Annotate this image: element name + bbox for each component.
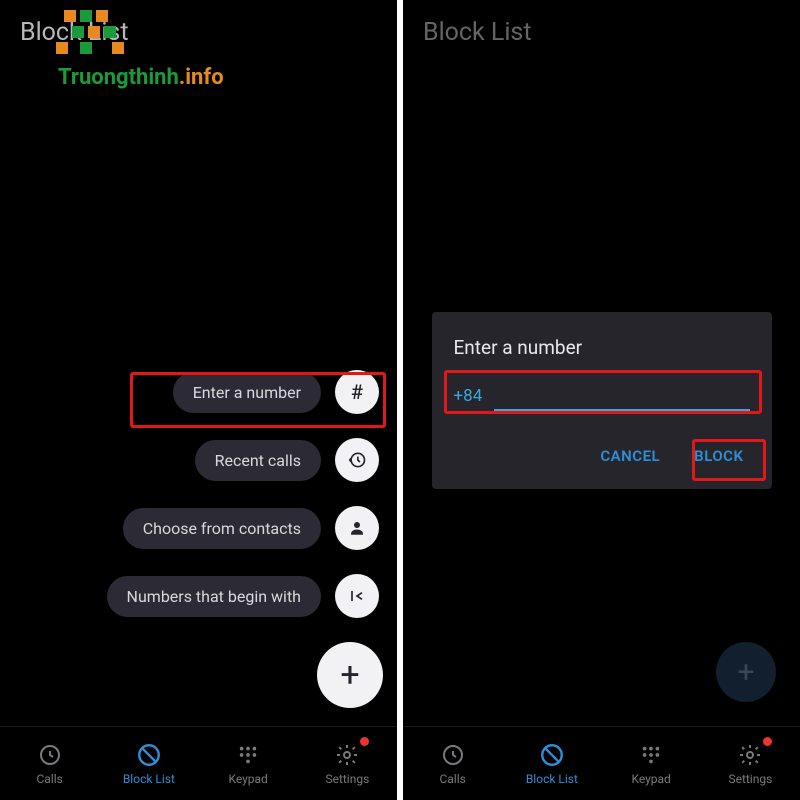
clock-icon (37, 742, 63, 768)
option-label: Recent calls (195, 440, 321, 481)
option-begin-with[interactable]: Numbers that begin with (107, 574, 379, 618)
person-icon (335, 506, 379, 550)
enter-number-dialog: Enter a number +84 CANCEL BLOCK (432, 312, 772, 489)
nav-calls[interactable]: Calls (0, 727, 99, 800)
cancel-button[interactable]: CANCEL (594, 437, 666, 475)
notification-badge (763, 737, 772, 746)
block-icon (136, 742, 162, 768)
option-label: Numbers that begin with (107, 576, 321, 617)
notification-badge (360, 737, 369, 746)
nav-label: Calls (36, 772, 62, 786)
keypad-icon (235, 742, 261, 768)
nav-settings[interactable]: Settings (298, 727, 397, 800)
nav-label: Calls (439, 772, 465, 786)
gear-icon (737, 742, 763, 768)
dialog-backdrop[interactable]: Enter a number +84 CANCEL BLOCK (403, 0, 800, 800)
phone-right: Block List + Enter a number +84 CANCEL B… (403, 0, 800, 800)
option-enter-number[interactable]: Enter a number # (173, 370, 379, 414)
header: Block List (0, 0, 397, 57)
option-label: Enter a number (173, 372, 321, 413)
phone-input-row: +84 (454, 385, 750, 411)
nav-blocklist[interactable]: Block List (502, 727, 601, 800)
nav-settings[interactable]: Settings (701, 727, 800, 800)
page-title: Block List (20, 18, 377, 47)
dialog-actions: CANCEL BLOCK (454, 437, 750, 475)
nav-label: Keypad (228, 772, 267, 786)
nav-label: Block List (526, 772, 578, 786)
nav-label: Keypad (631, 772, 670, 786)
watermark-text: Truongthinh.info (58, 65, 224, 90)
add-fab[interactable]: + (317, 642, 383, 708)
gear-icon (334, 742, 360, 768)
fab-menu: Enter a number # Recent calls Choose fro… (107, 370, 379, 708)
nav-keypad[interactable]: Keypad (602, 727, 701, 800)
begin-with-icon (335, 574, 379, 618)
keypad-icon (638, 742, 664, 768)
clock-icon (440, 742, 466, 768)
option-recent-calls[interactable]: Recent calls (195, 438, 379, 482)
nav-label: Settings (728, 772, 772, 786)
hash-icon: # (335, 370, 379, 414)
nav-keypad[interactable]: Keypad (199, 727, 298, 800)
block-button[interactable]: BLOCK (688, 437, 749, 475)
block-icon (539, 742, 565, 768)
bottom-nav: Calls Block List Keypad Settings (0, 726, 397, 800)
nav-label: Settings (325, 772, 369, 786)
nav-label: Block List (123, 772, 175, 786)
nav-blocklist[interactable]: Block List (99, 727, 198, 800)
option-choose-contacts[interactable]: Choose from contacts (123, 506, 379, 550)
history-icon (335, 438, 379, 482)
nav-calls[interactable]: Calls (403, 727, 502, 800)
plus-icon: + (340, 655, 359, 695)
country-prefix[interactable]: +84 (454, 386, 483, 406)
phone-left: Block List Truongthinh.info Enter a numb… (0, 0, 397, 800)
dialog-title: Enter a number (454, 336, 750, 359)
option-label: Choose from contacts (123, 508, 321, 549)
bottom-nav: Calls Block List Keypad Settings (403, 726, 800, 800)
phone-number-input[interactable] (494, 385, 749, 411)
